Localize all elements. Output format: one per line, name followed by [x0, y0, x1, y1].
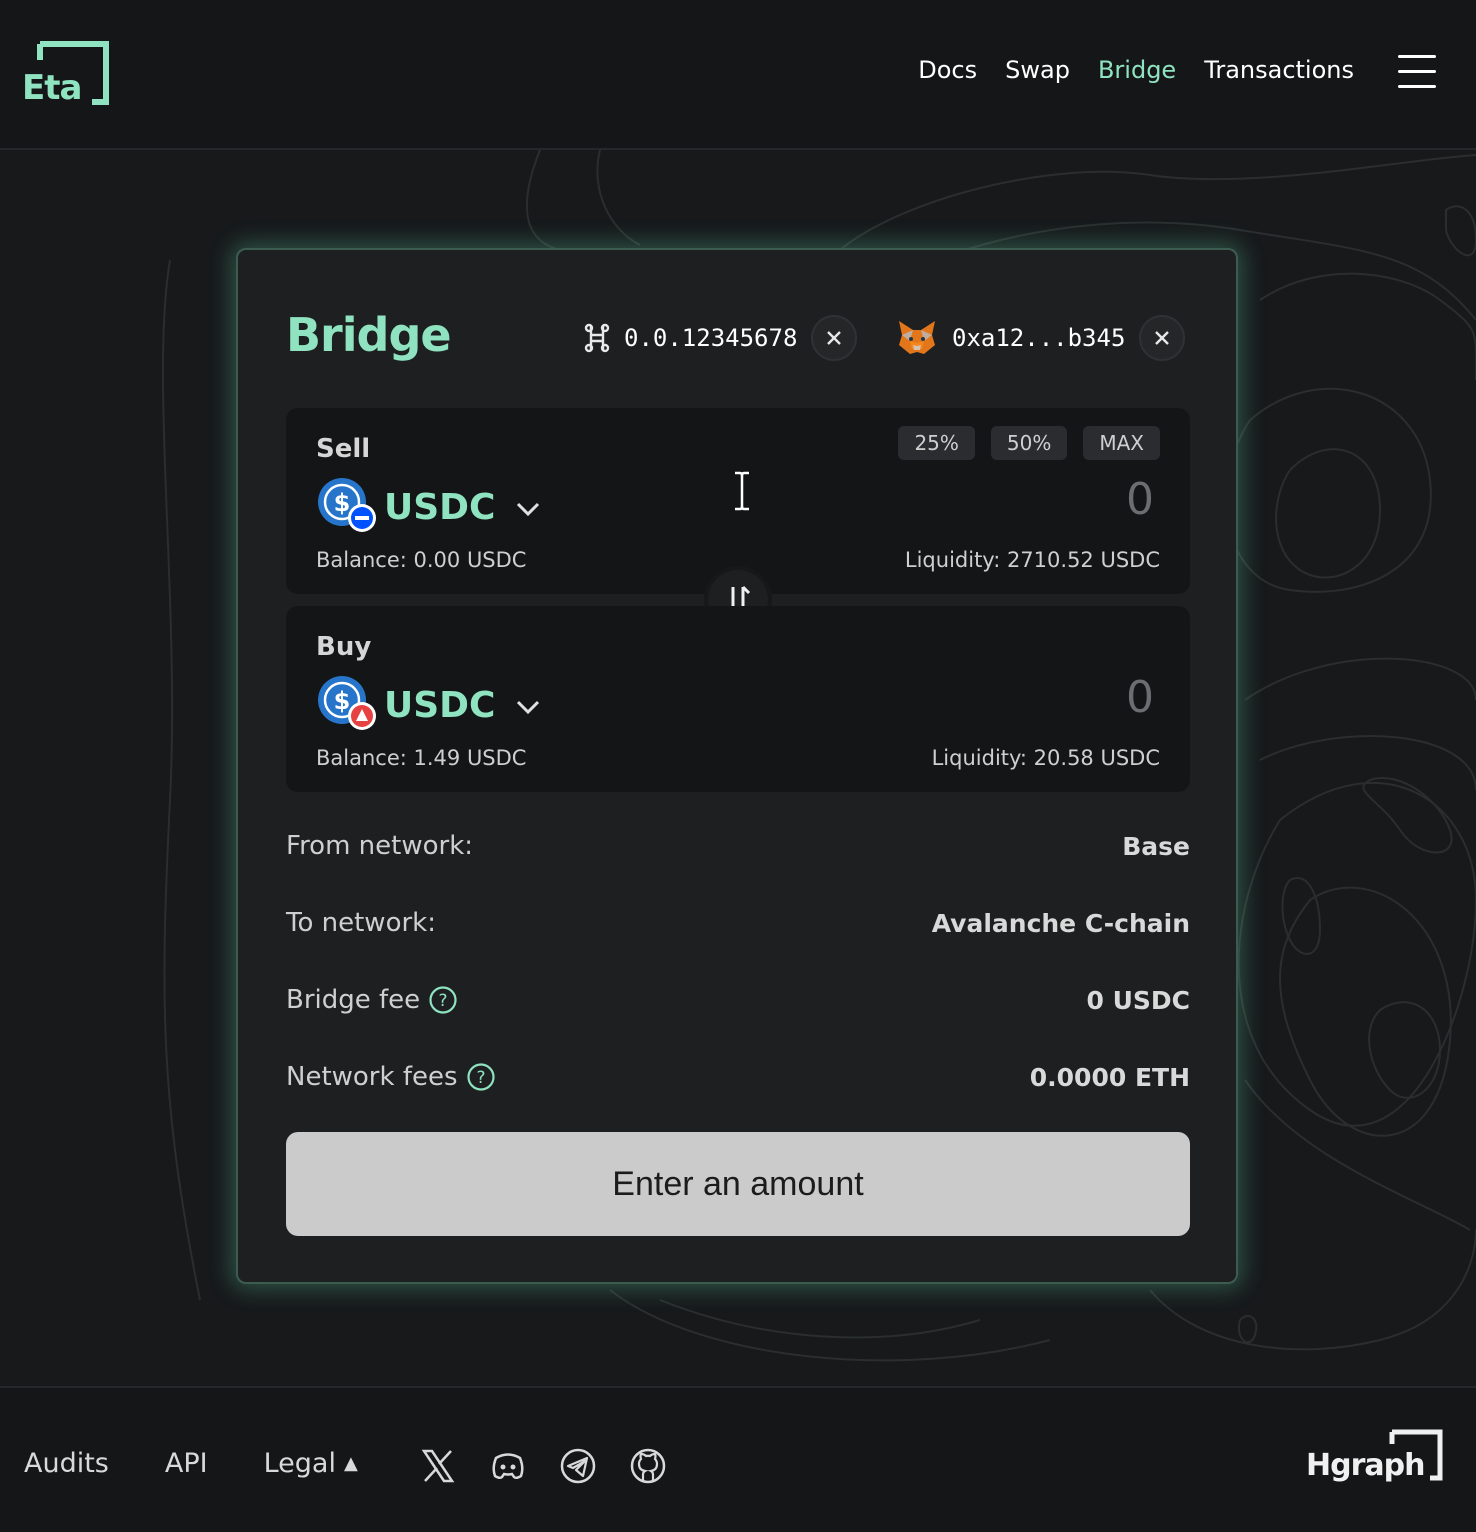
hgraph-text: Hgraph — [1306, 1448, 1425, 1483]
sell-token-name: USDC — [384, 486, 496, 528]
footer-legal-link[interactable]: Legal ▲ — [264, 1448, 358, 1479]
disconnect-hedera-button[interactable] — [811, 315, 858, 361]
sell-amount: 0 — [1126, 474, 1154, 525]
bridge-fee-label: Bridge fee — [286, 985, 421, 1015]
buy-amount: 0 — [1126, 672, 1154, 723]
github-icon[interactable] — [628, 1446, 668, 1486]
hamburger-icon[interactable] — [1398, 55, 1436, 89]
svg-text:$: $ — [334, 687, 351, 715]
buy-token-name: USDC — [384, 684, 496, 726]
main-nav: Docs Swap Bridge Transactions — [918, 56, 1354, 84]
social-links — [418, 1446, 668, 1486]
footer: Audits API Legal ▲ Hgraph — [0, 1386, 1476, 1532]
hedera-icon — [584, 323, 610, 353]
network-fees-label-group: Network fees ? — [286, 1062, 496, 1092]
enter-amount-button[interactable]: Enter an amount — [286, 1132, 1190, 1236]
buy-label: Buy — [316, 632, 372, 662]
quick-amount-row: 25% 50% MAX — [898, 426, 1160, 460]
sell-liquidity: Liquidity: 2710.52 USDC — [904, 548, 1160, 572]
close-icon — [827, 331, 842, 345]
from-network-label: From network: — [286, 831, 474, 861]
from-network-row: From network: Base — [286, 826, 1190, 866]
hedera-wallet-chip: 0.0.12345678 — [584, 314, 858, 362]
network-fees-row: Network fees ? 0.0000 ETH — [286, 1057, 1190, 1097]
sell-token-selector[interactable]: $ USDC — [316, 476, 541, 538]
discord-icon[interactable] — [488, 1446, 528, 1486]
bridge-card: Bridge 0.0.12345678 0xa12...b345 Sell 25… — [236, 248, 1238, 1284]
disconnect-evm-button[interactable] — [1139, 315, 1186, 361]
max-button[interactable]: MAX — [1083, 426, 1160, 460]
usdc-token-icon: $ — [316, 476, 378, 538]
help-icon[interactable]: ? — [466, 1062, 496, 1092]
text-cursor-icon — [735, 471, 749, 511]
close-icon — [1155, 331, 1170, 345]
telegram-icon[interactable] — [558, 1446, 598, 1486]
caret-up-icon: ▲ — [343, 1453, 358, 1474]
sell-label: Sell — [316, 434, 371, 464]
usdc-token-icon: $ — [316, 674, 378, 736]
nav-bridge[interactable]: Bridge — [1098, 56, 1176, 84]
help-icon[interactable]: ? — [428, 985, 458, 1015]
top-header: Eta Docs Swap Bridge Transactions — [0, 0, 1476, 150]
pct-50-button[interactable]: 50% — [990, 426, 1068, 460]
from-network-value: Base — [1122, 831, 1190, 861]
buy-liquidity: Liquidity: 20.58 USDC — [931, 746, 1160, 770]
card-title: Bridge — [286, 308, 452, 362]
svg-text:?: ? — [476, 1068, 485, 1088]
sell-amount-input[interactable] — [586, 470, 1146, 528]
to-network-row: To network: Avalanche C-chain — [286, 903, 1190, 943]
footer-links: Audits API Legal ▲ — [24, 1448, 414, 1479]
bridge-fee-row: Bridge fee ? 0 USDC — [286, 980, 1190, 1020]
hgraph-logo[interactable]: Hgraph — [1306, 1428, 1446, 1490]
pct-25-button[interactable]: 25% — [898, 426, 975, 460]
nav-transactions[interactable]: Transactions — [1204, 56, 1354, 84]
evm-wallet-chip: 0xa12...b345 — [896, 314, 1186, 362]
to-network-label: To network: — [286, 908, 436, 938]
nav-docs[interactable]: Docs — [918, 56, 977, 84]
chevron-down-icon — [517, 700, 540, 715]
footer-audits-link[interactable]: Audits — [24, 1448, 109, 1479]
to-network-value: Avalanche C-chain — [931, 908, 1190, 938]
evm-address: 0xa12...b345 — [952, 324, 1126, 352]
buy-panel: Buy $ USDC 0 Balance: 1.49 USDC Liquidit… — [286, 606, 1190, 792]
logo-text: Eta — [22, 68, 82, 108]
network-fees-label: Network fees — [286, 1062, 458, 1092]
buy-token-selector[interactable]: $ USDC — [316, 674, 541, 736]
buy-balance: Balance: 1.49 USDC — [316, 746, 527, 770]
sell-balance: Balance: 0.00 USDC — [316, 548, 527, 572]
bridge-fee-label-group: Bridge fee ? — [286, 985, 458, 1015]
bridge-fee-value: 0 USDC — [1086, 985, 1190, 1015]
x-icon[interactable] — [418, 1446, 458, 1486]
network-fees-value: 0.0000 ETH — [1029, 1062, 1190, 1092]
hedera-account-id: 0.0.12345678 — [624, 324, 798, 352]
metamask-fox-icon — [899, 321, 935, 354]
nav-swap[interactable]: Swap — [1005, 56, 1070, 84]
svg-text:?: ? — [439, 991, 448, 1011]
footer-legal-label: Legal — [263, 1448, 336, 1479]
chevron-down-icon — [517, 502, 540, 517]
footer-api-link[interactable]: API — [165, 1448, 208, 1479]
svg-text:$: $ — [334, 489, 351, 517]
